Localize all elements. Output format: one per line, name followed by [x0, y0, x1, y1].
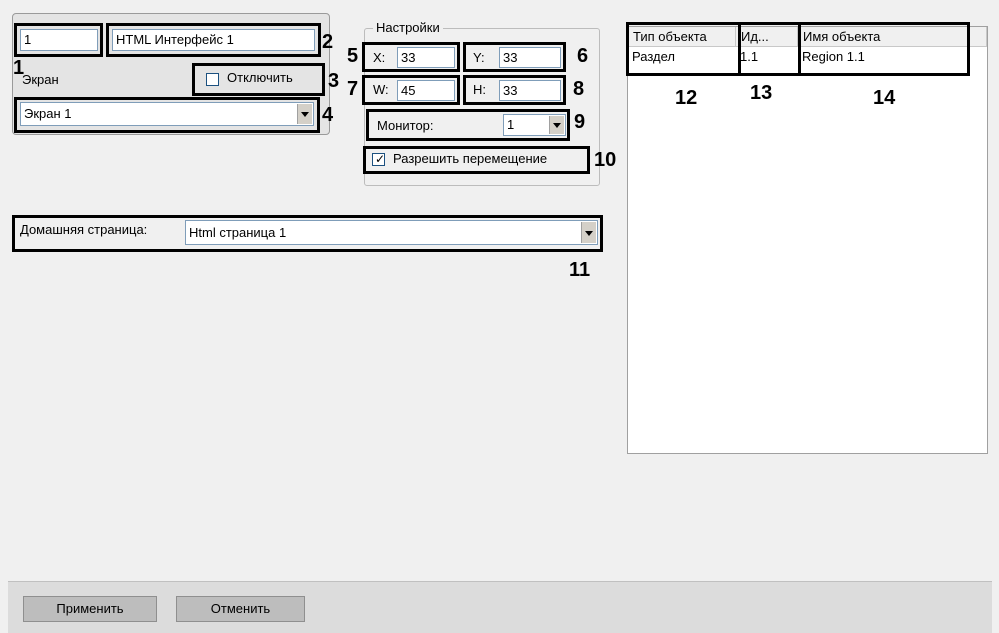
chevron-down-icon[interactable]	[581, 222, 596, 243]
allow-move-label[interactable]: Разрешить перемещение	[393, 151, 547, 166]
callout-12: 12	[675, 87, 698, 109]
w-label: W:	[373, 82, 389, 97]
callout-frame-14	[798, 22, 970, 76]
home-page-label: Домашняя страница:	[20, 222, 148, 237]
y-label: Y:	[473, 50, 485, 65]
callout-11: 11	[569, 259, 591, 281]
object-name-value: HTML Интерфейс 1	[116, 32, 234, 47]
check-icon: ✓	[375, 152, 386, 166]
x-value: 33	[401, 50, 416, 65]
screen-select-value: Экран 1	[24, 106, 72, 121]
h-input[interactable]: 33	[499, 80, 561, 101]
h-value: 33	[503, 83, 518, 98]
y-input[interactable]: 33	[499, 47, 561, 68]
callout-frame-13	[738, 22, 801, 76]
callout-14: 14	[873, 87, 896, 109]
home-page-value: Html страница 1	[189, 225, 287, 240]
home-page-select[interactable]: Html страница 1	[185, 220, 598, 245]
disable-label[interactable]: Отключить	[227, 70, 293, 85]
footer-bar: Применить Отменить	[8, 581, 992, 633]
monitor-label: Монитор:	[377, 118, 434, 133]
monitor-value: 1	[507, 117, 515, 132]
callout-13: 13	[750, 82, 773, 104]
callout-5: 5	[347, 45, 359, 67]
h-label: H:	[473, 82, 486, 97]
apply-button[interactable]: Применить	[23, 596, 157, 622]
w-value: 45	[401, 83, 416, 98]
w-input[interactable]: 45	[397, 80, 455, 101]
monitor-select[interactable]: 1	[503, 114, 566, 136]
callout-7: 7	[347, 78, 359, 100]
callout-1: 1	[13, 57, 25, 79]
disable-checkbox[interactable]	[206, 73, 219, 86]
callout-6: 6	[577, 45, 589, 67]
screen-select[interactable]: Экран 1	[20, 102, 314, 126]
chevron-down-icon[interactable]	[549, 116, 564, 134]
callout-3: 3	[328, 70, 340, 92]
callout-10: 10	[594, 149, 617, 171]
object-id-field[interactable]: 1	[20, 29, 98, 51]
y-value: 33	[503, 50, 518, 65]
object-id-value: 1	[24, 32, 32, 47]
callout-9: 9	[574, 111, 586, 133]
settings-legend: Настройки	[373, 20, 443, 35]
callout-2: 2	[322, 31, 334, 53]
column-header-filler	[969, 27, 987, 47]
chevron-down-icon[interactable]	[297, 104, 312, 124]
cancel-button[interactable]: Отменить	[176, 596, 305, 622]
screen-label: Экран	[22, 72, 59, 87]
x-input[interactable]: 33	[397, 47, 455, 68]
object-name-field[interactable]: HTML Интерфейс 1	[112, 29, 315, 51]
allow-move-checkbox[interactable]: ✓	[372, 153, 385, 166]
callout-8: 8	[573, 78, 585, 100]
callout-frame-12	[626, 22, 741, 76]
callout-4: 4	[322, 104, 334, 126]
x-label: X:	[373, 50, 386, 65]
